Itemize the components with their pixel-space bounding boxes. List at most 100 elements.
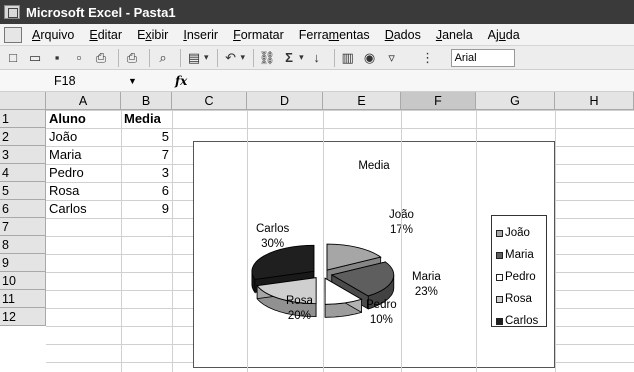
slice-label: Rosa 20% [286, 294, 313, 324]
menu-item[interactable]: Janela [436, 28, 473, 42]
cell-b4[interactable]: 3 [121, 164, 172, 182]
save-icon[interactable]: ▪ [48, 49, 66, 67]
legend-label: Pedro [505, 271, 536, 283]
legend-label: Rosa [505, 293, 532, 305]
worksheet-grid[interactable]: Media João17%Maria23%Pedro10%Rosa20%Carl… [0, 92, 634, 372]
menu-item-text: ditar [97, 27, 123, 42]
menu-item[interactable]: Arquivo [32, 28, 74, 42]
undo-dropdown-icon[interactable]: ▾ [241, 52, 246, 63]
font-name-box[interactable]: Arial [450, 48, 515, 67]
row-header-11[interactable]: 11 [0, 290, 46, 308]
legend-label: Maria [505, 249, 534, 261]
column-gridline [476, 110, 477, 372]
legend-swatch [496, 295, 503, 303]
column-header-b[interactable]: B [121, 92, 172, 110]
autosum-icon[interactable]: Σ [280, 49, 298, 67]
cell-a5[interactable]: Rosa [46, 182, 121, 200]
cell-b1[interactable]: Media [121, 110, 172, 128]
column-header-f[interactable]: F [401, 92, 476, 110]
column-header-g[interactable]: G [476, 92, 555, 110]
menu-item[interactable]: Inserir [183, 28, 218, 42]
cell-a4[interactable]: Pedro [46, 164, 121, 182]
undo-icon[interactable]: ↶ [222, 49, 240, 67]
formula-bar: F18 ▼ fx [0, 70, 634, 92]
row-header-6[interactable]: 6 [0, 200, 46, 218]
insert-function-icon[interactable]: fx [175, 74, 187, 88]
column-header-h[interactable]: H [555, 92, 634, 110]
window-title: Microsoft Excel - Pasta1 [26, 4, 176, 20]
cell-b2[interactable]: 5 [121, 128, 172, 146]
toolbar-options-icon[interactable]: ⋮ [419, 49, 437, 67]
legend-entry[interactable]: Maria [496, 244, 546, 266]
slice-label-name: Pedro [366, 299, 397, 311]
chart-legend[interactable]: João Maria Pedro Rosa Carlos [491, 215, 547, 327]
row-header-12[interactable]: 12 [0, 308, 46, 326]
column-header-e[interactable]: E [323, 92, 401, 110]
column-gridline [401, 110, 402, 372]
slice-label-name: Rosa [286, 295, 313, 307]
menu-item[interactable]: Exibir [137, 28, 168, 42]
menu-item[interactable]: Ferramentas [299, 28, 370, 42]
cell-a6[interactable]: Carlos [46, 200, 121, 218]
autosum-dropdown-icon[interactable]: ▾ [299, 52, 304, 63]
name-box-dropdown-icon[interactable]: ▼ [128, 71, 137, 91]
row-header-10[interactable]: 10 [0, 272, 46, 290]
toolbar-separator [216, 48, 218, 67]
menu-item[interactable]: Ajuda [488, 28, 520, 42]
permission-icon[interactable]: ▫ [70, 49, 88, 67]
title-bar: Microsoft Excel - Pasta1 [0, 0, 634, 24]
row-header-3[interactable]: 3 [0, 146, 46, 164]
chart-wizard-icon[interactable]: ▥ [339, 49, 357, 67]
row-header-1[interactable]: 1 [0, 110, 46, 128]
row-header-4[interactable]: 4 [0, 164, 46, 182]
cell-b3[interactable]: 7 [121, 146, 172, 164]
column-gridline [555, 110, 556, 372]
row-header-5[interactable]: 5 [0, 182, 46, 200]
row-header-7[interactable]: 7 [0, 218, 46, 236]
sort-ascending-icon[interactable]: ↓ [308, 49, 326, 67]
name-box[interactable]: F18 ▼ [0, 71, 145, 91]
legend-label: João [505, 227, 530, 239]
print-preview-icon[interactable]: ⎙ [123, 49, 141, 67]
row-header-9[interactable]: 9 [0, 254, 46, 272]
column-header-a[interactable]: A [46, 92, 121, 110]
new-icon[interactable]: □ [4, 49, 22, 67]
hyperlink-icon[interactable]: ⛓ [258, 49, 276, 67]
legend-swatch [496, 229, 503, 237]
menu-item-text: anela [442, 27, 473, 42]
excel-app-icon[interactable] [4, 5, 20, 19]
column-header-d[interactable]: D [247, 92, 323, 110]
menu-item-text: nserir [186, 27, 219, 42]
print-icon[interactable]: ⎙ [92, 49, 110, 67]
legend-entry[interactable]: Pedro [496, 266, 546, 288]
slice-label-percent: 30% [261, 238, 285, 250]
cell-a3[interactable]: Maria [46, 146, 121, 164]
legend-entry[interactable]: Carlos [496, 310, 546, 332]
row-header-8[interactable]: 8 [0, 236, 46, 254]
paste-dropdown-icon[interactable]: ▾ [204, 52, 209, 63]
menu-item[interactable]: Formatar [233, 28, 284, 42]
select-all-corner[interactable] [0, 92, 46, 110]
legend-entry[interactable]: Rosa [496, 288, 546, 310]
menu-item[interactable]: Editar [89, 28, 122, 42]
slice-label-percent: 10% [369, 314, 393, 326]
column-header-c[interactable]: C [172, 92, 247, 110]
open-icon[interactable]: ▭ [26, 49, 44, 67]
slice-label: Carlos 30% [256, 222, 289, 252]
row-header-2[interactable]: 2 [0, 128, 46, 146]
workbook-icon[interactable] [4, 26, 22, 43]
standard-toolbar: □ ▭ ▪ ▫ ⎙ ⎙ ⌕ ▤ ▾ ↶ ▾ ⛓ Σ ▾ ↓ ▥ ◉ ▿ ⋮ Ar… [0, 46, 634, 70]
cell-a2[interactable]: João [46, 128, 121, 146]
cell-a1[interactable]: Aluno [46, 110, 121, 128]
legend-label: Carlos [505, 315, 539, 327]
paste-icon[interactable]: ▤ [185, 49, 203, 67]
research-icon[interactable]: ⌕ [154, 49, 172, 67]
legend-entry[interactable]: João [496, 222, 546, 244]
help-icon[interactable]: ◉ [361, 49, 379, 67]
filter-icon[interactable]: ▿ [383, 49, 401, 67]
menu-item[interactable]: Dados [385, 28, 421, 42]
legend-swatch [496, 317, 503, 325]
cell-b5[interactable]: 6 [121, 182, 172, 200]
cell-b6[interactable]: 9 [121, 200, 172, 218]
menu-item-accelerator: D [384, 27, 394, 42]
